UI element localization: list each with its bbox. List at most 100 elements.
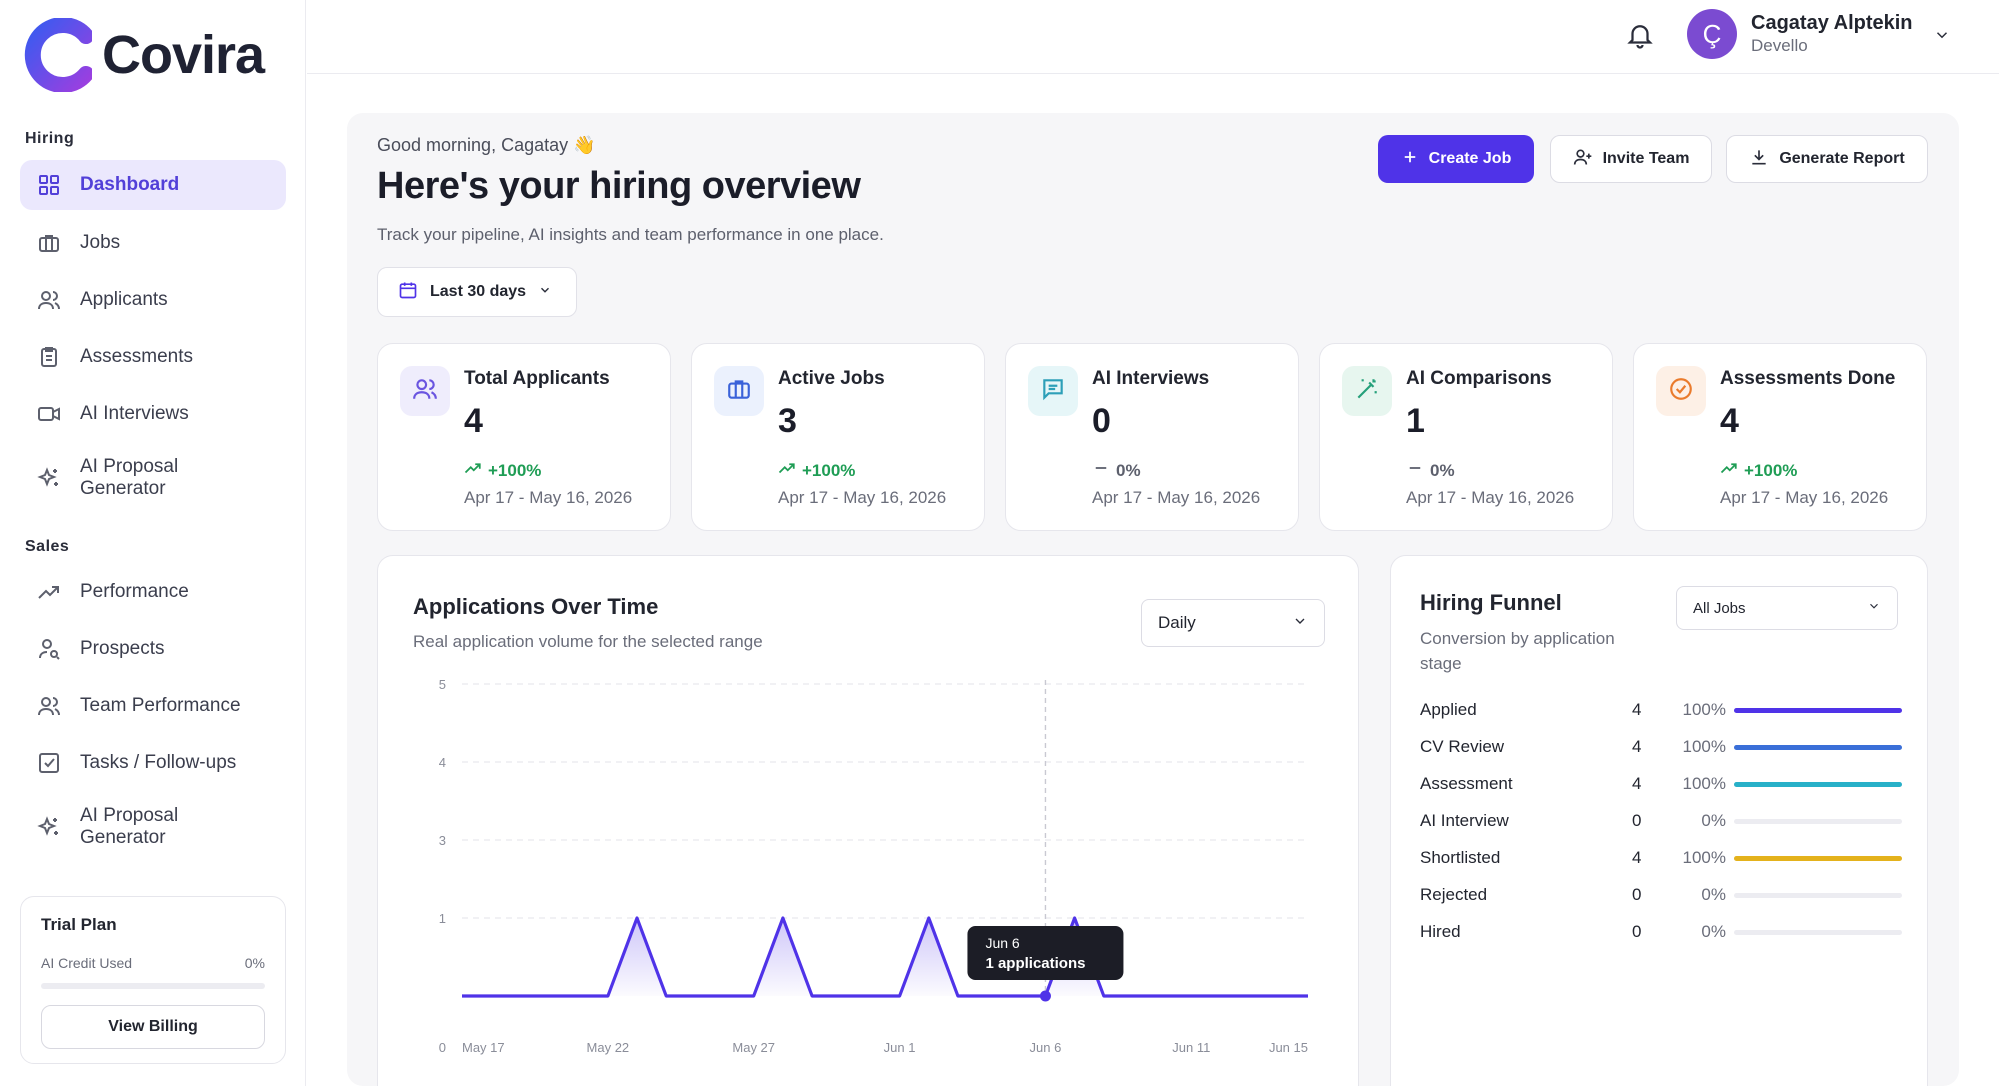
funnel-stage-label: Assessment xyxy=(1420,774,1513,793)
funnel-row: Assessment 4 100% xyxy=(1420,770,1902,798)
view-billing-button[interactable]: View Billing xyxy=(41,1005,265,1049)
funnel-stage-bar xyxy=(1734,819,1902,824)
job-filter-select[interactable]: All Jobs xyxy=(1676,586,1898,630)
date-range-select[interactable]: Last 30 days xyxy=(377,267,577,317)
stat-card-total-applicants[interactable]: Total Applicants 4 +100% Apr 17 - May 16… xyxy=(377,343,671,531)
sidebar-item-applicants[interactable]: Applicants xyxy=(20,275,286,325)
funnel-stage-bar xyxy=(1734,930,1902,935)
chart-x-tick-label: Jun 11 xyxy=(1172,1040,1210,1055)
stat-change-value: 0% xyxy=(1116,460,1141,480)
stat-card-ai-comparisons[interactable]: AI Comparisons 1 0% Apr 17 - May 16, 202… xyxy=(1319,343,1613,531)
stat-period: Apr 17 - May 16, 2026 xyxy=(464,488,633,507)
chevron-down-icon[interactable] xyxy=(1933,26,1951,49)
avatar[interactable]: Ç xyxy=(1687,9,1737,59)
funnel-subtitle: Conversion by application stage xyxy=(1420,629,1615,673)
stat-card-ai-interviews[interactable]: AI Interviews 0 0% Apr 17 - May 16, 2026 xyxy=(1005,343,1299,531)
sparkles-icon xyxy=(36,814,62,840)
minus-icon xyxy=(1092,459,1110,482)
sidebar-item-assessments[interactable]: Assessments xyxy=(20,332,286,382)
chart-hover-point[interactable] xyxy=(1039,990,1051,1002)
logo-mark-icon xyxy=(24,18,92,92)
generate-report-button[interactable]: Generate Report xyxy=(1726,135,1928,183)
invite-team-button[interactable]: Invite Team xyxy=(1550,135,1712,183)
funnel-row: AI Interview 0 0% xyxy=(1420,807,1902,835)
chart-y-tick-label: 5 xyxy=(439,677,446,692)
logo[interactable]: Covira xyxy=(24,18,265,92)
funnel-stage-percent: 0% xyxy=(1701,922,1726,941)
stat-change: 0% xyxy=(1406,459,1455,482)
sidebar-item-tasks-follow-ups[interactable]: Tasks / Follow-ups xyxy=(20,738,286,788)
sidebar-item-ai-proposal-generator[interactable]: AI Proposal Generator xyxy=(20,452,286,504)
stat-value: 4 xyxy=(464,402,483,440)
stat-card-active-jobs[interactable]: Active Jobs 3 +100% Apr 17 - May 16, 202… xyxy=(691,343,985,531)
funnel-stage-label: CV Review xyxy=(1420,737,1505,756)
sidebar-item-prospects[interactable]: Prospects xyxy=(20,624,286,674)
funnel-stage-bar xyxy=(1734,708,1902,713)
sidebar-item-ai-proposal-generator-sales[interactable]: AI Proposal Generator xyxy=(20,801,286,853)
funnel-stage-label: Rejected xyxy=(1420,885,1488,904)
chart-y-tick-label: 0 xyxy=(439,1040,446,1055)
stat-value: 0 xyxy=(1092,402,1111,440)
plus-icon xyxy=(1401,148,1419,171)
funnel-stage-label: AI Interview xyxy=(1420,811,1509,830)
funnel-stage-count: 4 xyxy=(1632,848,1642,867)
chart-x-tick-label: May 22 xyxy=(587,1040,630,1055)
message-icon xyxy=(1040,376,1066,407)
chart-y-tick-label: 3 xyxy=(439,833,446,848)
stat-value: 4 xyxy=(1720,402,1739,440)
sidebar-item-label: Jobs xyxy=(80,232,121,253)
stat-change: 0% xyxy=(1092,459,1141,482)
sidebar-item-dashboard[interactable]: Dashboard xyxy=(20,160,286,210)
users-icon xyxy=(36,287,62,313)
greeting: Good morning, Cagatay 👋 xyxy=(377,135,596,155)
sidebar-item-performance[interactable]: Performance xyxy=(20,567,286,617)
funnel-row: Rejected 0 0% xyxy=(1420,881,1902,909)
funnel-stage-bar-fill xyxy=(1734,708,1902,713)
sidebar-item-ai-interviews[interactable]: AI Interviews xyxy=(20,389,286,439)
chart-x-tick-label: May 27 xyxy=(732,1040,775,1055)
user-organization: Devello xyxy=(1751,36,1808,55)
minus-icon xyxy=(1406,459,1424,482)
create-job-label: Create Job xyxy=(1428,150,1512,167)
sidebar-item-jobs[interactable]: Jobs xyxy=(20,218,286,268)
clipboard-icon xyxy=(36,344,62,370)
funnel-stage-count: 4 xyxy=(1632,774,1642,793)
funnel-row: CV Review 4 100% xyxy=(1420,733,1902,761)
stat-period: Apr 17 - May 16, 2026 xyxy=(1720,488,1889,507)
funnel-stage-label: Shortlisted xyxy=(1420,848,1501,867)
funnel-stage-label: Hired xyxy=(1420,922,1461,941)
stat-change: +100% xyxy=(778,459,855,482)
funnel-stage-percent: 100% xyxy=(1682,848,1726,867)
stat-change-value: 0% xyxy=(1430,460,1455,480)
invite-team-label: Invite Team xyxy=(1602,150,1690,167)
sidebar-item-label: Applicants xyxy=(80,289,168,310)
stat-icon-wrap xyxy=(1656,366,1706,416)
sidebar-item-label: Team Performance xyxy=(80,695,241,716)
funnel-stage-bar xyxy=(1734,893,1902,898)
stat-icon-wrap xyxy=(1342,366,1392,416)
chart-x-tick-label: Jun 1 xyxy=(884,1040,916,1055)
user-name[interactable]: Cagatay Alptekin xyxy=(1751,12,1913,35)
briefcase-icon xyxy=(726,376,752,407)
bell-icon[interactable] xyxy=(1625,20,1655,55)
stat-title: Total Applicants xyxy=(464,368,610,389)
sidebar-item-team-performance[interactable]: Team Performance xyxy=(20,681,286,731)
funnel-row: Hired 0 0% xyxy=(1420,918,1902,946)
sidebar-item-label: Tasks / Follow-ups xyxy=(80,752,237,773)
create-job-button[interactable]: Create Job xyxy=(1378,135,1534,183)
funnel-stage-bar xyxy=(1734,745,1902,750)
stat-card-assessments-done[interactable]: Assessments Done 4 +100% Apr 17 - May 16… xyxy=(1633,343,1927,531)
stat-icon-wrap xyxy=(1028,366,1078,416)
chart-y-tick-label: 4 xyxy=(439,755,446,770)
stat-title: Active Jobs xyxy=(778,368,885,389)
trial-plan-card: Trial Plan AI Credit Used 0% View Billin… xyxy=(20,896,286,1064)
chart-area-fill xyxy=(462,918,1308,996)
chevron-down-icon xyxy=(1867,599,1881,617)
page-subtitle: Track your pipeline, AI insights and tea… xyxy=(377,225,884,244)
funnel-stage-percent: 0% xyxy=(1701,885,1726,904)
stat-period: Apr 17 - May 16, 2026 xyxy=(1092,488,1261,507)
funnel-stage-label: Applied xyxy=(1420,700,1477,719)
chart-tooltip: Jun 6 1 applications xyxy=(967,926,1124,980)
funnel-stage-bar xyxy=(1734,856,1902,861)
sidebar-item-label-line2: Generator xyxy=(80,478,166,499)
